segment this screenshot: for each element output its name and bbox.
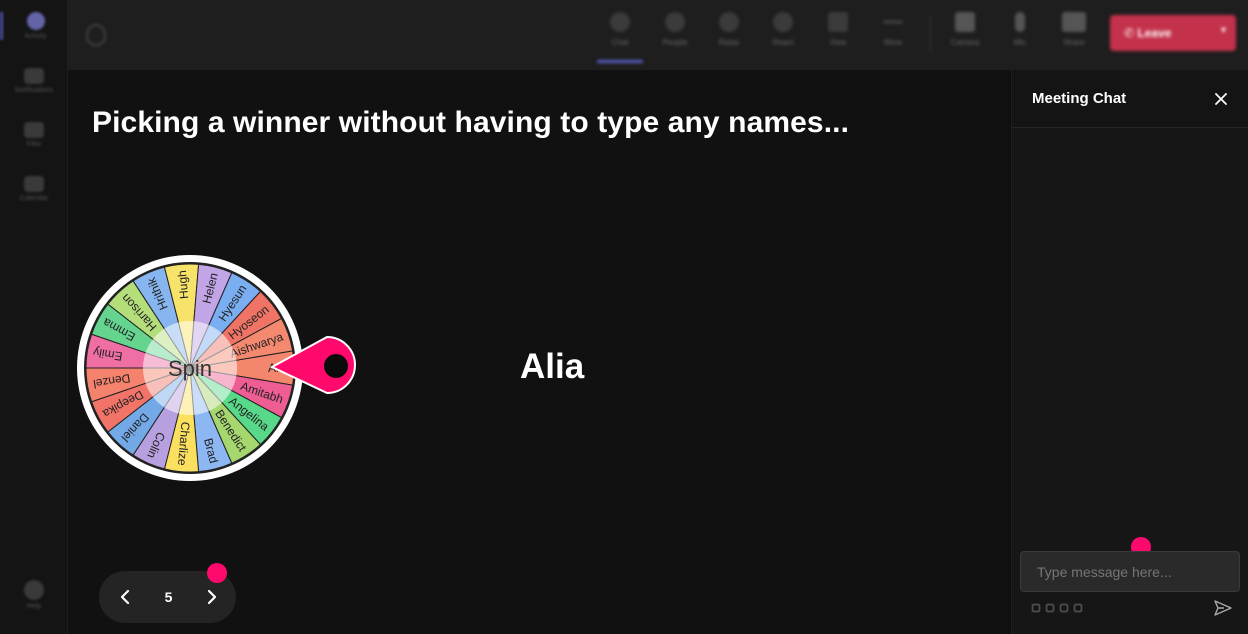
next-slide-button[interactable] — [204, 589, 220, 605]
toolbar-people-button[interactable]: People — [650, 12, 700, 47]
rail-item-label: Files — [26, 141, 42, 148]
shield-icon — [86, 24, 106, 46]
chat-bubble-icon — [610, 12, 630, 32]
chevron-down-icon[interactable]: ▾ — [1221, 25, 1226, 36]
rail-item-files[interactable]: Files — [0, 122, 68, 148]
rail-item-help[interactable]: Help — [0, 580, 68, 610]
toolbar-label: People — [662, 38, 688, 47]
toolbar-react-button[interactable]: React — [758, 12, 808, 47]
share-icon — [1062, 12, 1086, 32]
toolbar-label: View — [829, 38, 847, 47]
winner-name: Alia — [520, 347, 585, 386]
spin-button-label[interactable]: Spin — [168, 356, 212, 381]
calendar-icon — [24, 176, 44, 192]
toolbar-label: Mic — [1013, 38, 1027, 47]
toolbar-view-button[interactable]: View — [813, 12, 863, 47]
toolbar-divider — [930, 16, 931, 52]
previous-slide-button[interactable] — [117, 589, 133, 605]
people-icon — [665, 12, 685, 32]
hand-icon — [719, 12, 739, 32]
phone-hangup-icon: ✆ — [1124, 26, 1138, 40]
name-wheel-graphic[interactable]: AliaAmitabhAngelinaBenedictBradCharlizeC… — [76, 250, 376, 486]
camera-icon — [955, 12, 975, 32]
bell-icon — [26, 12, 45, 30]
toolbar-camera-button[interactable]: Camera — [940, 12, 990, 47]
leave-button[interactable]: ✆ Leave ▾ — [1110, 15, 1236, 51]
gif-icon[interactable] — [1074, 604, 1082, 612]
chat-title: Meeting Chat — [1032, 90, 1127, 107]
toolbar-label: Raise — [718, 38, 740, 47]
rail-item-calendar[interactable]: Calendar — [0, 176, 68, 202]
slide-title: Picking a winner without having to type … — [92, 106, 850, 139]
app-rail: Activity Notifications Files Calendar He… — [0, 0, 68, 634]
toolbar-more-button[interactable]: More — [868, 12, 918, 47]
smile-icon — [773, 12, 793, 32]
toolbar-chat-button[interactable]: Chat — [595, 12, 645, 63]
toolbar-label: Share — [1063, 38, 1085, 47]
toolbar-mic-button[interactable]: Mic — [995, 12, 1045, 47]
close-icon[interactable] — [1214, 92, 1228, 106]
rail-item-label: Activity — [24, 33, 47, 40]
slide-number: 5 — [164, 589, 173, 605]
rail-item-label: Help — [26, 603, 42, 610]
toolbar-raise-button[interactable]: Raise — [704, 12, 754, 47]
ellipsis-icon — [883, 20, 903, 24]
format-icon[interactable] — [1032, 604, 1040, 612]
shared-content-stage: Picking a winner without having to type … — [68, 70, 1010, 634]
chevron-right-icon — [207, 589, 217, 605]
toolbar-share-button[interactable]: Share — [1049, 12, 1099, 47]
send-icon[interactable] — [1213, 598, 1233, 618]
cursor-indicator-dot — [207, 563, 227, 583]
leave-label: Leave — [1137, 26, 1172, 40]
grid-icon — [828, 12, 848, 32]
chat-format-tools — [1032, 604, 1082, 612]
toolbar-label: React — [772, 38, 794, 47]
chat-header: Meeting Chat — [1012, 70, 1248, 128]
meeting-toolbar: Chat People Raise React View More Camera — [68, 0, 1248, 70]
rail-item-label: Calendar — [19, 195, 49, 202]
toolbar-label: More — [883, 38, 903, 47]
toolbar-label: Camera — [950, 38, 980, 47]
help-icon — [24, 580, 44, 600]
file-icon — [24, 122, 44, 138]
pointer-dot — [324, 354, 348, 378]
rail-item-label: Notifications — [14, 87, 54, 94]
meeting-chat-panel: Meeting Chat — [1011, 70, 1248, 634]
toolbar-label: Chat — [611, 38, 629, 47]
attach-icon[interactable] — [1046, 604, 1054, 612]
rail-item-notifications[interactable]: Notifications — [0, 68, 68, 94]
chat-message-input[interactable] — [1020, 551, 1240, 592]
name-wheel[interactable]: AliaAmitabhAngelinaBenedictBradCharlizeC… — [76, 250, 376, 486]
chevron-left-icon — [120, 589, 130, 605]
chat-icon — [24, 68, 44, 84]
rail-item-activity[interactable]: Activity — [0, 12, 68, 40]
emoji-icon[interactable] — [1060, 604, 1068, 612]
wheel-name-label: Hugh — [175, 270, 191, 300]
mic-icon — [1015, 12, 1025, 32]
